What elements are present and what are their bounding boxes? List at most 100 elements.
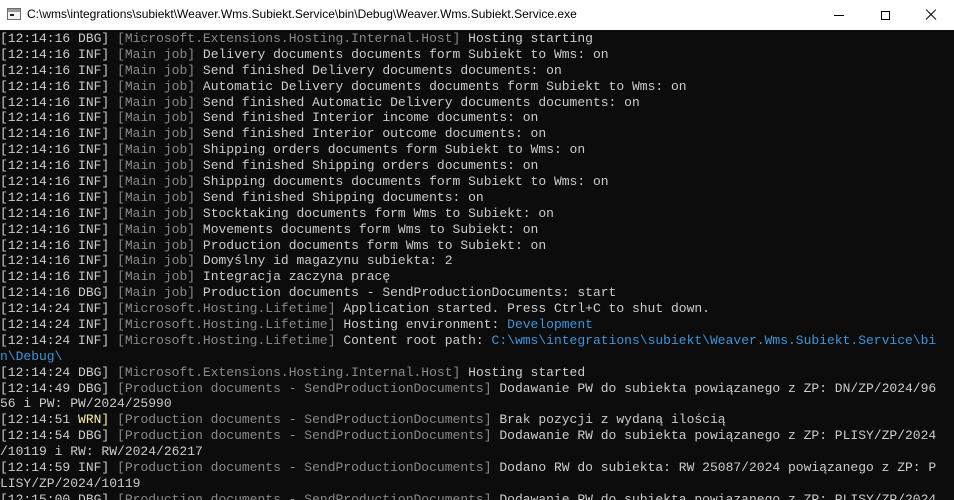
log-level: DBG] (78, 285, 110, 301)
log-line: [12:14:16 INF] [Main job] Send finished … (0, 63, 954, 79)
log-message: Send finished Automatic Delivery documen… (202, 94, 640, 110)
log-message: Hosting environment: (343, 317, 508, 333)
log-timestamp: [12:14:16 (0, 142, 71, 158)
maximize-button[interactable] (862, 0, 908, 30)
log-message: Dodawanie PW do subiekta powiązanego z Z… (499, 380, 937, 396)
log-timestamp: [12:14:24 (0, 332, 71, 348)
log-source: [Microsoft.Hosting.Lifetime] (117, 301, 336, 317)
log-message: Content root path: (343, 332, 492, 348)
log-message: Hosting started (468, 364, 586, 380)
log-source: [Production documents - SendProductionDo… (117, 460, 492, 476)
maximize-icon (880, 10, 890, 20)
log-source: [Microsoft.Hosting.Lifetime] (117, 317, 336, 333)
log-timestamp: [12:14:16 (0, 174, 71, 190)
log-level: DBG] (78, 31, 110, 46)
log-level: INF] (78, 94, 110, 110)
log-message: Hosting starting (468, 31, 593, 46)
log-continuation-line: 56 i PW: PW/2024/25990 (0, 396, 954, 412)
log-continuation-line: n\Debug\ (0, 349, 954, 365)
log-source: [Main job] (117, 174, 196, 190)
log-source: [Main job] (117, 78, 196, 94)
log-message: Delivery documents documents form Subiek… (202, 46, 609, 62)
log-line: [12:14:16 INF] [Main job] Production doc… (0, 238, 954, 254)
console-output[interactable]: [12:14:16 DBG] [Microsoft.Extensions.Hos… (0, 31, 954, 500)
log-timestamp: [12:14:24 (0, 364, 71, 380)
log-level: INF] (78, 62, 110, 78)
log-message: Send finished Shipping orders documents:… (202, 158, 539, 174)
log-timestamp: [12:14:16 (0, 158, 71, 174)
log-timestamp: [12:14:16 (0, 46, 71, 62)
log-line: [12:14:16 INF] [Main job] Send finished … (0, 158, 954, 174)
log-timestamp: [12:14:16 (0, 253, 71, 269)
log-continuation: 56 i PW: PW/2024/25990 (0, 396, 172, 412)
log-level: INF] (78, 126, 110, 142)
log-line: [12:14:16 INF] [Main job] Send finished … (0, 95, 954, 111)
log-source: [Production documents - SendProductionDo… (117, 380, 492, 396)
close-icon (925, 9, 937, 21)
window-title: C:\wms\integrations\subiekt\Weaver.Wms.S… (27, 7, 577, 21)
log-source: [Microsoft.Extensions.Hosting.Internal.H… (117, 31, 461, 46)
log-line: [12:14:59 INF] [Production documents - S… (0, 460, 954, 476)
log-line: [12:14:16 INF] [Main job] Shipping docum… (0, 174, 954, 190)
log-line: [12:15:00 DBG] [Production documents - S… (0, 492, 954, 500)
log-timestamp: [12:14:16 (0, 189, 71, 205)
log-message: Production documents form Wms to Subiekt… (202, 237, 547, 253)
log-source: [Main job] (117, 269, 196, 285)
log-source: [Main job] (117, 253, 196, 269)
log-timestamp: [12:14:16 (0, 237, 71, 253)
log-source: [Main job] (117, 126, 196, 142)
log-timestamp: [12:14:16 (0, 78, 71, 94)
log-level: INF] (78, 317, 110, 333)
log-source: [Main job] (117, 142, 196, 158)
log-timestamp: [12:14:16 (0, 62, 71, 78)
log-line: [12:14:16 DBG] [Main job] Production doc… (0, 285, 954, 301)
log-level: INF] (78, 332, 110, 348)
log-source: [Microsoft.Extensions.Hosting.Internal.H… (117, 364, 461, 380)
log-message: Movements documents form Wms to Subiekt:… (202, 221, 539, 237)
log-line: [12:14:16 INF] [Main job] Integracja zac… (0, 269, 954, 285)
log-source: [Main job] (117, 205, 196, 221)
log-level: INF] (78, 78, 110, 94)
log-line: [12:14:24 INF] [Microsoft.Hosting.Lifeti… (0, 301, 954, 317)
log-message: Production documents - SendProductionDoc… (202, 285, 617, 301)
log-source: [Main job] (117, 189, 196, 205)
log-continuation: /10119 i RW: RW/2024/26217 (0, 444, 203, 460)
log-line: [12:14:16 INF] [Main job] Shipping order… (0, 142, 954, 158)
log-level: DBG] (78, 491, 110, 500)
log-timestamp: [12:14:49 (0, 380, 71, 396)
log-source: [Main job] (117, 158, 196, 174)
log-line: [12:14:16 INF] [Main job] Send finished … (0, 190, 954, 206)
log-message: Brak pozycji z wydaną ilością (499, 412, 726, 428)
log-line: [12:14:24 INF] [Microsoft.Hosting.Lifeti… (0, 333, 954, 349)
log-line: [12:14:49 DBG] [Production documents - S… (0, 381, 954, 397)
log-line: [12:14:51 WRN] [Production documents - S… (0, 412, 954, 428)
log-line: [12:14:16 INF] [Main job] Delivery docum… (0, 47, 954, 63)
log-level: DBG] (78, 364, 110, 380)
log-source: [Production documents - SendProductionDo… (117, 412, 492, 428)
log-source: [Main job] (117, 285, 196, 301)
log-timestamp: [12:14:51 (0, 412, 71, 428)
log-line: [12:14:16 INF] [Main job] Movements docu… (0, 222, 954, 238)
log-source: [Main job] (117, 62, 196, 78)
log-timestamp: [12:14:16 (0, 110, 71, 126)
log-line: [12:14:16 INF] [Main job] Send finished … (0, 126, 954, 142)
log-source: [Production documents - SendProductionDo… (117, 491, 492, 500)
title-bar[interactable]: C:\wms\integrations\subiekt\Weaver.Wms.S… (0, 0, 954, 30)
log-message: Shipping documents documents form Subiek… (202, 174, 609, 190)
log-timestamp: [12:14:16 (0, 94, 71, 110)
log-continuation: LISY/ZP/2024/10119 (0, 475, 141, 491)
log-line: [12:14:16 DBG] [Microsoft.Extensions.Hos… (0, 31, 954, 47)
close-button[interactable] (908, 0, 954, 30)
log-message: Dodawanie PW do subiekta powiązanego z Z… (499, 491, 937, 500)
log-highlight-value: C:\wms\integrations\subiekt\Weaver.Wms.S… (491, 332, 937, 348)
minimize-button[interactable] (816, 0, 862, 30)
log-timestamp: [12:15:00 (0, 491, 71, 500)
log-timestamp: [12:14:24 (0, 301, 71, 317)
log-source: [Main job] (117, 94, 196, 110)
log-level: INF] (78, 174, 110, 190)
log-message: Dodawanie RW do subiekta powiązanego z Z… (499, 428, 937, 444)
minimize-icon (834, 14, 844, 16)
log-source: [Production documents - SendProductionDo… (117, 428, 492, 444)
log-message: Send finished Shipping documents: on (202, 189, 484, 205)
log-level: DBG] (78, 380, 110, 396)
